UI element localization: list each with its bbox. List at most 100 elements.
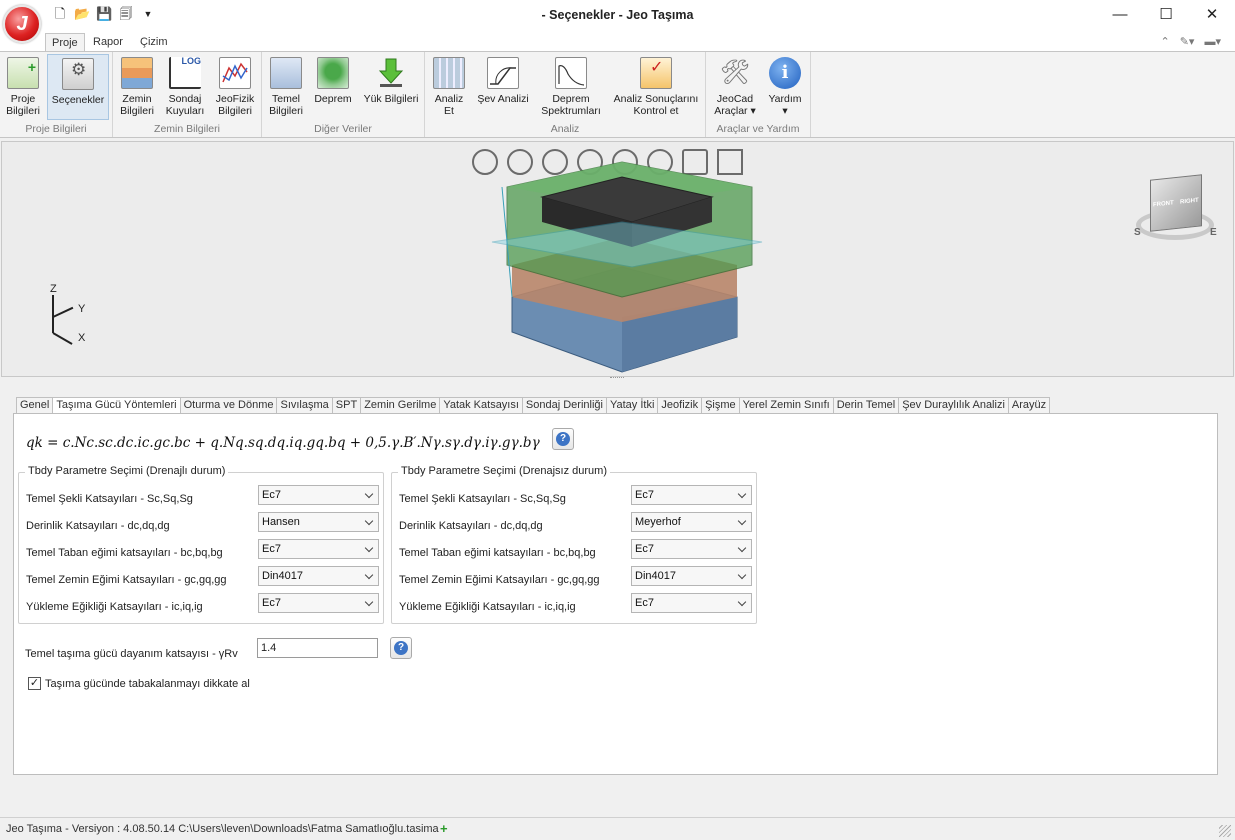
analiz-et-label-1: Analiz (434, 93, 464, 105)
resistance-factor-label: Temel taşıma gücü dayanım katsayısı - γR… (25, 648, 238, 660)
group-zemin-bilgileri: Zemin Bilgileri LOG Sondaj Kuyuları JeoF… (113, 52, 262, 137)
jeocad-label-2: Araçlar ▾ (714, 105, 756, 117)
tab-sivilasma[interactable]: Sıvılaşma (277, 397, 333, 414)
sondaj-kuyulari-button[interactable]: LOG Sondaj Kuyuları (163, 54, 207, 120)
tools-icon: 🛠 (719, 59, 751, 86)
resize-grip[interactable] (1219, 825, 1231, 837)
log-badge: LOG (181, 56, 202, 66)
sev-analizi-button[interactable]: Şev Analizi (475, 54, 531, 120)
group-diger-veriler: Temel Bilgileri Deprem Yük Bilgileri Diğ… (262, 52, 425, 137)
view-cube[interactable]: FRONT RIGHT S E (1132, 172, 1222, 242)
drained-depth-select[interactable]: Hansen (258, 512, 379, 532)
drained-base-select[interactable]: Ec7 (258, 539, 379, 559)
status-bar: Jeo Taşıma - Versiyon : 4.08.50.14 C:\Us… (0, 817, 1235, 840)
x-axis-line (52, 332, 73, 345)
resistance-help-button[interactable] (390, 637, 412, 659)
tab-proje[interactable]: Proje (45, 33, 85, 53)
tab-spt[interactable]: SPT (332, 397, 362, 414)
tab-yatak-katsayisi[interactable]: Yatak Katsayısı (440, 397, 523, 414)
tab-genel[interactable]: Genel (16, 397, 54, 414)
calculator-icon (433, 57, 465, 89)
sondaj-label-2: Kuyuları (165, 105, 205, 117)
load-arrow-icon (375, 57, 407, 89)
close-button[interactable]: ✕ (1189, 0, 1235, 30)
deprem-label: Deprem (314, 93, 352, 105)
ribbon-tab-row: Proje Rapor Çizim ⌃ ✎▾ ▬▾ (0, 32, 1235, 53)
collapse-ribbon-icon[interactable]: ⌃ (1161, 35, 1170, 48)
status-add-icon[interactable]: + (440, 821, 448, 836)
deprem-spektrumlari-button[interactable]: Deprem Spektrumları (537, 54, 605, 120)
resistance-factor-input[interactable]: 1.4 (257, 638, 378, 658)
tab-jeofizik[interactable]: Jeofizik (658, 397, 703, 414)
window-controls: — ☐ ✕ (1097, 0, 1235, 30)
sondaj-label-1: Sondaj (168, 93, 202, 105)
proje-bilgileri-label-1: Proje (10, 93, 36, 105)
analiz-et-label-2: Et (444, 105, 454, 117)
undrained-shape-select[interactable]: Ec7 (631, 485, 752, 505)
jeofizik-label-1: JeoFizik (215, 93, 255, 105)
tab-cizim[interactable]: Çizim (134, 33, 174, 53)
layering-checkbox[interactable]: ✓ (28, 677, 41, 690)
view-cube-face[interactable]: FRONT RIGHT (1150, 174, 1202, 232)
sev-analizi-label: Şev Analizi (477, 93, 529, 105)
undrained-ground-select[interactable]: Din4017 (631, 566, 752, 586)
geophysics-graph-icon (219, 57, 251, 89)
jeocad-araclar-button[interactable]: 🛠 JeoCad Araçlar ▾ (710, 54, 760, 120)
tab-derin-temel[interactable]: Derin Temel (833, 397, 900, 414)
kontrol-label-1: Analiz Sonuçlarını (613, 93, 699, 105)
drained-ground-label: Temel Zemin Eğimi Katsayıları - gc,gq,gg (26, 574, 227, 586)
formula-help-button[interactable] (552, 428, 574, 450)
tab-oturma[interactable]: Oturma ve Dönme (180, 397, 278, 414)
jeofizik-label-2: Bilgileri (218, 105, 252, 117)
undrained-ground-label: Temel Zemin Eğimi Katsayıları - gc,gq,gg (399, 574, 600, 586)
tab-sev-duraylilik[interactable]: Şev Duraylılık Analizi (899, 397, 1009, 414)
tab-rapor[interactable]: Rapor (87, 33, 129, 53)
tab-yatay-itki[interactable]: Yatay İtki (606, 397, 659, 414)
jeofizik-bilgileri-button[interactable]: JeoFizik Bilgileri (213, 54, 257, 120)
soil-layers-icon (121, 57, 153, 89)
3d-viewport[interactable]: Z Y X FRONT RIGHT S E (1, 141, 1234, 377)
maximize-button[interactable]: ☐ (1143, 0, 1189, 30)
undrained-depth-select[interactable]: Meyerhof (631, 512, 752, 532)
group-araclar-yardim: 🛠 JeoCad Araçlar ▾ i Yardım ▾ Araçlar ve… (706, 52, 811, 137)
project-info-icon: + (7, 57, 39, 89)
analiz-et-button[interactable]: Analiz Et (429, 54, 469, 120)
tab-zemin-gerilme[interactable]: Zemin Gerilme (361, 397, 441, 414)
temel-bilgileri-button[interactable]: Temel Bilgileri (266, 54, 306, 120)
undrained-group-title: Tbdy Parametre Seçimi (Drenajsız durum) (398, 465, 611, 477)
style-menu-icon[interactable]: ✎▾ (1180, 35, 1195, 48)
drained-shape-select[interactable]: Ec7 (258, 485, 379, 505)
option-tabs: Genel Taşıma Gücü Yöntemleri Oturma ve D… (16, 397, 1051, 415)
tab-sisme[interactable]: Şişme (702, 397, 740, 414)
axis-indicator: Z Y X (42, 283, 92, 345)
proje-bilgileri-button[interactable]: + Proje Bilgileri (4, 54, 42, 120)
temel-label-1: Temel (271, 93, 300, 105)
analiz-kontrol-button[interactable]: ✓ Analiz Sonuçlarını Kontrol et (611, 54, 701, 120)
undrained-load-label: Yükleme Eğikliği Katsayıları - ic,iq,ig (399, 601, 576, 613)
undrained-load-select[interactable]: Ec7 (631, 593, 752, 613)
app-logo-button[interactable]: J (3, 5, 41, 43)
undrained-base-select[interactable]: Ec7 (631, 539, 752, 559)
spektrum-label-2: Spektrumları (541, 105, 601, 117)
minimize-button[interactable]: — (1097, 0, 1143, 30)
group-label-araclar: Araçlar ve Yardım (716, 123, 800, 135)
tab-arayuz[interactable]: Arayüz (1008, 397, 1051, 414)
soil-model-3d (491, 161, 763, 373)
tab-yerel-zemin-sinifi[interactable]: Yerel Zemin Sınıfı (739, 397, 834, 414)
yardim-button[interactable]: i Yardım ▾ (764, 54, 806, 120)
jeocad-label-1: JeoCad (716, 93, 754, 105)
drained-load-select[interactable]: Ec7 (258, 593, 379, 613)
splitter-handle[interactable] (610, 377, 624, 380)
kontrol-label-2: Kontrol et (633, 105, 679, 117)
zemin-bilgileri-button[interactable]: Zemin Bilgileri (117, 54, 157, 120)
tab-sondaj-derinligi[interactable]: Sondaj Derinliği (522, 397, 607, 414)
deprem-button[interactable]: Deprem (312, 54, 354, 120)
theme-menu-icon[interactable]: ▬▾ (1204, 35, 1221, 48)
yuk-bilgileri-button[interactable]: Yük Bilgileri (362, 54, 420, 120)
z-axis-label: Z (50, 283, 57, 295)
group-analiz: Analiz Et Şev Analizi Deprem Spektrumlar… (425, 52, 706, 137)
spectrum-curve-icon (555, 57, 587, 89)
drained-ground-select[interactable]: Din4017 (258, 566, 379, 586)
secenekler-button[interactable]: ⚙ Seçenekler (47, 54, 109, 120)
drained-shape-label: Temel Şekli Katsayıları - Sc,Sq,Sg (26, 493, 193, 505)
